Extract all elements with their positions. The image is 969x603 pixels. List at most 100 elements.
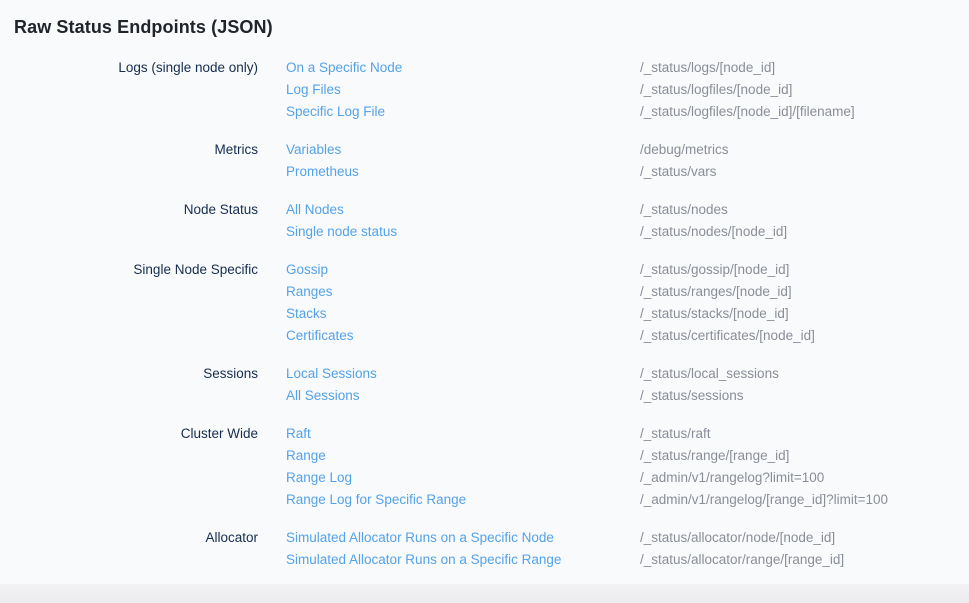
endpoint-section: Sessions Local Sessions All Sessions /_stat…: [0, 363, 969, 407]
section-category-column: Cluster Wide: [0, 423, 258, 445]
endpoint-path: /_status/raft: [640, 426, 711, 441]
endpoint-link[interactable]: Prometheus: [286, 164, 359, 179]
endpoint-link[interactable]: Gossip: [286, 262, 328, 277]
endpoint-row: Ranges: [286, 281, 640, 303]
endpoint-row: Range Log for Specific Range: [286, 489, 640, 511]
endpoint-section: Single Node Specific Gossip Ranges Stacks Ce…: [0, 259, 969, 347]
endpoint-paths-column: /debug/metrics /_status/vars: [640, 139, 969, 183]
endpoint-paths-column: /_status/logs/[node_id] /_status/logfiles…: [640, 57, 969, 123]
section-category: Allocator: [205, 527, 258, 549]
endpoint-row: Range Log: [286, 467, 640, 489]
endpoint-path-row: /_admin/v1/rangelog/[range_id]?limit=100: [640, 489, 969, 511]
endpoint-link[interactable]: On a Specific Node: [286, 60, 402, 75]
endpoint-link[interactable]: Single node status: [286, 224, 397, 239]
debug-endpoints-page: Raw Status Endpoints (JSON) Logs (single…: [0, 0, 969, 603]
endpoint-section: Node Status All Nodes Single node status /_…: [0, 199, 969, 243]
endpoint-row: Log Files: [286, 79, 640, 101]
endpoint-path: /_status/range/[range_id]: [640, 448, 789, 463]
endpoint-link[interactable]: Ranges: [286, 284, 333, 299]
endpoint-link[interactable]: Local Sessions: [286, 366, 377, 381]
endpoint-link[interactable]: Stacks: [286, 306, 327, 321]
endpoint-row: Variables: [286, 139, 640, 161]
endpoint-link[interactable]: Range: [286, 448, 326, 463]
endpoint-links-column: Simulated Allocator Runs on a Specific N…: [286, 527, 640, 571]
endpoint-row: Single node status: [286, 221, 640, 243]
endpoint-path-row: /_status/logs/[node_id]: [640, 57, 969, 79]
endpoint-row: Prometheus: [286, 161, 640, 183]
endpoint-row: On a Specific Node: [286, 57, 640, 79]
endpoint-link[interactable]: Range Log for Specific Range: [286, 492, 466, 507]
endpoint-path-row: /_status/raft: [640, 423, 969, 445]
endpoint-path-row: /_status/sessions: [640, 385, 969, 407]
endpoint-link[interactable]: Log Files: [286, 82, 341, 97]
endpoint-row: Simulated Allocator Runs on a Specific R…: [286, 549, 640, 571]
section-category-column: Sessions: [0, 363, 258, 385]
endpoint-path: /_status/gossip/[node_id]: [640, 262, 789, 277]
section-category: Cluster Wide: [181, 423, 258, 445]
endpoint-links-column: Gossip Ranges Stacks Certificates: [286, 259, 640, 347]
endpoint-link[interactable]: All Nodes: [286, 202, 344, 217]
endpoint-path-row: /_status/nodes: [640, 199, 969, 221]
section-category: Sessions: [203, 363, 258, 385]
endpoint-link[interactable]: Simulated Allocator Runs on a Specific R…: [286, 552, 561, 567]
endpoint-path: /_status/sessions: [640, 388, 744, 403]
endpoint-path: /_status/vars: [640, 164, 717, 179]
endpoint-path-row: /_status/ranges/[node_id]: [640, 281, 969, 303]
endpoint-path: /_admin/v1/rangelog?limit=100: [640, 470, 824, 485]
endpoint-link[interactable]: Variables: [286, 142, 341, 157]
endpoint-links-column: All Nodes Single node status: [286, 199, 640, 243]
endpoint-path: /_status/stacks/[node_id]: [640, 306, 789, 321]
endpoint-link[interactable]: Specific Log File: [286, 104, 385, 119]
endpoint-row: Stacks: [286, 303, 640, 325]
endpoint-path-row: /_status/allocator/range/[range_id]: [640, 549, 969, 571]
endpoint-link[interactable]: Range Log: [286, 470, 352, 485]
endpoint-paths-column: /_status/raft /_status/range/[range_id] /_…: [640, 423, 969, 511]
endpoint-path-row: /_status/nodes/[node_id]: [640, 221, 969, 243]
endpoint-row: Local Sessions: [286, 363, 640, 385]
endpoint-section: Cluster Wide Raft Range Range Log Range Log …: [0, 423, 969, 511]
endpoint-sections: Logs (single node only) On a Specific Nod…: [0, 57, 969, 571]
endpoint-paths-column: /_status/nodes /_status/nodes/[node_id]: [640, 199, 969, 243]
section-category: Logs (single node only): [118, 57, 258, 79]
section-category: Metrics: [215, 139, 259, 161]
endpoint-path: /_status/ranges/[node_id]: [640, 284, 792, 299]
endpoint-section: Allocator Simulated Allocator Runs on a S…: [0, 527, 969, 571]
endpoint-path: /_status/logs/[node_id]: [640, 60, 775, 75]
endpoint-link[interactable]: Certificates: [286, 328, 354, 343]
endpoint-path-row: /_status/logfiles/[node_id]: [640, 79, 969, 101]
section-category: Node Status: [184, 199, 258, 221]
endpoint-path: /_status/logfiles/[node_id]: [640, 82, 792, 97]
endpoint-links-column: Local Sessions All Sessions: [286, 363, 640, 407]
endpoint-paths-column: /_status/allocator/node/[node_id] /_statu…: [640, 527, 969, 571]
endpoint-row: Gossip: [286, 259, 640, 281]
section-category-column: Allocator: [0, 527, 258, 549]
endpoint-path-row: /_status/range/[range_id]: [640, 445, 969, 467]
endpoint-path-row: /_status/logfiles/[node_id]/[filename]: [640, 101, 969, 123]
endpoint-path-row: /_status/allocator/node/[node_id]: [640, 527, 969, 549]
endpoint-paths-column: /_status/gossip/[node_id] /_status/ranges…: [640, 259, 969, 347]
endpoint-links-column: On a Specific Node Log Files Specific Log …: [286, 57, 640, 123]
endpoint-path: /_status/certificates/[node_id]: [640, 328, 815, 343]
section-category-column: Logs (single node only): [0, 57, 258, 79]
endpoint-path-row: /_status/certificates/[node_id]: [640, 325, 969, 347]
endpoint-row: Raft: [286, 423, 640, 445]
endpoint-link[interactable]: Simulated Allocator Runs on a Specific N…: [286, 530, 554, 545]
endpoint-row: Certificates: [286, 325, 640, 347]
endpoint-path-row: /debug/metrics: [640, 139, 969, 161]
endpoint-path-row: /_status/gossip/[node_id]: [640, 259, 969, 281]
endpoint-row: Simulated Allocator Runs on a Specific N…: [286, 527, 640, 549]
section-category: Single Node Specific: [133, 259, 258, 281]
endpoint-path-row: /_status/vars: [640, 161, 969, 183]
endpoint-path-row: /_status/local_sessions: [640, 363, 969, 385]
page-title: Raw Status Endpoints (JSON): [0, 0, 969, 40]
section-category-column: Metrics: [0, 139, 258, 161]
endpoint-path: /_status/nodes: [640, 202, 728, 217]
endpoint-link[interactable]: Raft: [286, 426, 311, 441]
endpoint-path: /_status/allocator/range/[range_id]: [640, 552, 844, 567]
section-category-column: Single Node Specific: [0, 259, 258, 281]
endpoint-section: Metrics Variables Prometheus/debug/metrics…: [0, 139, 969, 183]
endpoint-link[interactable]: All Sessions: [286, 388, 360, 403]
endpoint-path: /_status/local_sessions: [640, 366, 779, 381]
endpoint-path-row: /_admin/v1/rangelog?limit=100: [640, 467, 969, 489]
endpoint-path: /_status/nodes/[node_id]: [640, 224, 787, 239]
